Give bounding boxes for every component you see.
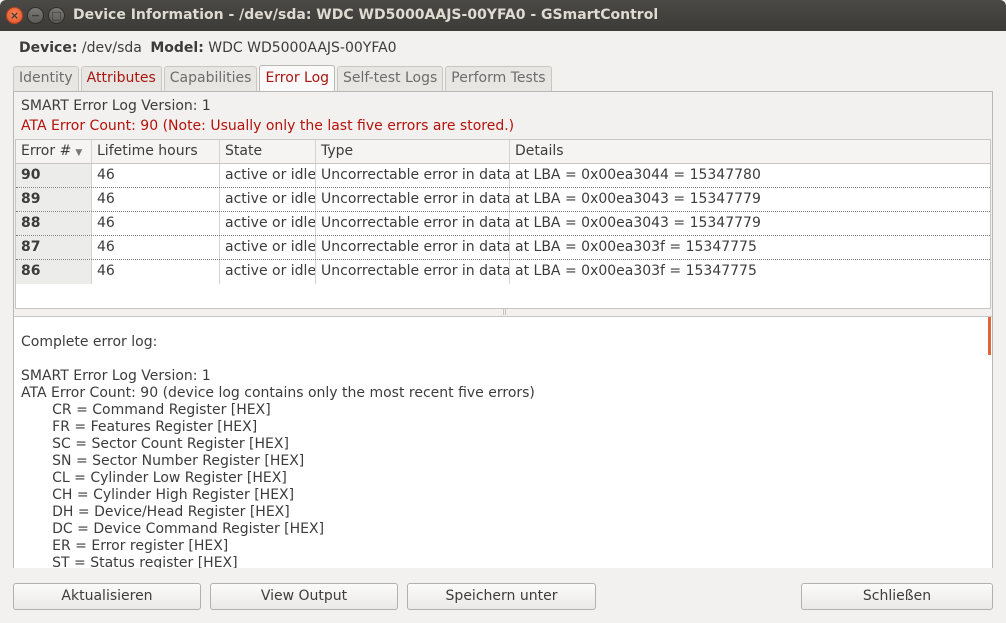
cell-details: at LBA = 0x00ea3043 = 15347779 [515, 215, 761, 231]
view-output-button[interactable]: View Output [210, 583, 398, 610]
complete-log-text: Complete error log: SMART Error Log Vers… [21, 334, 535, 568]
window-maximize-icon[interactable]: □ [48, 7, 65, 24]
cell-state: active or idle [220, 164, 316, 187]
cell-details: at LBA = 0x00ea3044 = 15347780 [515, 167, 761, 183]
error-table: Error # ▼ Lifetime hours State Type Detai… [15, 139, 991, 309]
close-button[interactable]: Schließen [801, 583, 993, 610]
cell-details: at LBA = 0x00ea303f = 15347775 [515, 263, 757, 279]
tab-self-test-logs[interactable]: Self-test Logs [337, 66, 444, 91]
cell-error-number: 90 [16, 164, 92, 187]
cell-error-number: 86 [16, 260, 92, 284]
window-title: Device Information - /dev/sda: WDC WD500… [73, 7, 659, 23]
cell-lifetime-hours: 46 [92, 236, 220, 259]
cell-lifetime-hours: 46 [92, 260, 220, 284]
sort-descending-icon: ▼ [75, 148, 83, 158]
table-row[interactable]: 88 46 active or idle Uncorrectable error… [16, 212, 990, 236]
column-header-error-number[interactable]: Error # ▼ [16, 140, 92, 163]
model-value: WDC WD5000AAJS-00YFA0 [208, 40, 397, 56]
table-row[interactable]: 90 46 active or idle Uncorrectable error… [16, 164, 990, 188]
cell-lifetime-hours: 46 [92, 164, 220, 187]
table-row[interactable]: 87 46 active or idle Uncorrectable error… [16, 236, 990, 260]
device-info-line: Device: /dev/sda Model: WDC WD5000AAJS-0… [19, 40, 397, 56]
cell-error-number: 87 [16, 236, 92, 259]
cell-type: Uncorrectable error in data [316, 188, 510, 211]
tab-perform-tests[interactable]: Perform Tests [445, 66, 552, 91]
cell-type: Uncorrectable error in data [316, 236, 510, 259]
model-label: Model: [150, 40, 204, 56]
tab-attributes[interactable]: Attributes [80, 66, 162, 91]
cell-details: at LBA = 0x00ea303f = 15347775 [515, 239, 757, 255]
column-header-lifetime-hours[interactable]: Lifetime hours [92, 140, 220, 163]
tab-capabilities[interactable]: Capabilities [163, 66, 258, 91]
tab-identity[interactable]: Identity [13, 66, 79, 91]
log-version-text: SMART Error Log Version: 1 [21, 98, 211, 114]
error-count-text: ATA Error Count: 90 (Note: Usually only … [21, 118, 515, 134]
column-header-type[interactable]: Type [316, 140, 510, 163]
pane-splitter-handle[interactable]: ⠿ [502, 310, 510, 317]
cell-state: active or idle [220, 188, 316, 211]
tab-bar: Identity Attributes Capabilities Error L… [13, 65, 554, 91]
cell-type: Uncorrectable error in data [316, 212, 510, 235]
column-header-details[interactable]: Details [510, 140, 990, 163]
device-label: Device: [19, 40, 78, 56]
window-close-icon[interactable]: × [6, 7, 23, 24]
cell-lifetime-hours: 46 [92, 212, 220, 235]
window-minimize-icon[interactable]: − [27, 7, 44, 24]
table-row[interactable]: 89 46 active or idle Uncorrectable error… [16, 188, 990, 212]
column-header-label: Error # [21, 143, 72, 159]
cell-state: active or idle [220, 212, 316, 235]
cell-error-number: 89 [16, 188, 92, 211]
tab-error-log[interactable]: Error Log [259, 65, 336, 91]
cell-type: Uncorrectable error in data [316, 164, 510, 187]
cell-state: active or idle [220, 260, 316, 284]
cell-lifetime-hours: 46 [92, 188, 220, 211]
save-as-button[interactable]: Speichern unter [407, 583, 596, 610]
cell-type: Uncorrectable error in data [316, 260, 510, 284]
cell-state: active or idle [220, 236, 316, 259]
refresh-button[interactable]: Aktualisieren [13, 583, 201, 610]
error-log-panel: SMART Error Log Version: 1 ATA Error Cou… [13, 91, 993, 568]
device-value: /dev/sda [81, 40, 142, 56]
column-header-state[interactable]: State [220, 140, 316, 163]
cell-error-number: 88 [16, 212, 92, 235]
window-titlebar: × − □ Device Information - /dev/sda: WDC… [0, 0, 1006, 31]
table-header-row: Error # ▼ Lifetime hours State Type Detai… [16, 140, 990, 164]
log-scrollbar[interactable] [988, 317, 991, 355]
table-row[interactable]: 86 46 active or idle Uncorrectable error… [16, 260, 990, 284]
complete-log-textview[interactable]: Complete error log: SMART Error Log Vers… [14, 316, 992, 568]
cell-details: at LBA = 0x00ea3043 = 15347779 [515, 191, 761, 207]
